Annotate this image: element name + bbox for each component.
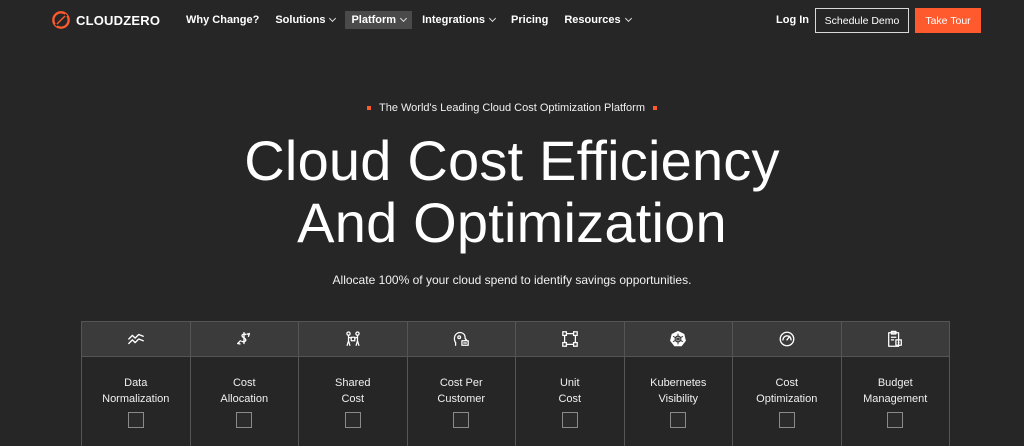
feature-checkbox[interactable] — [344, 412, 361, 428]
feature-label-line: Cost — [558, 393, 582, 405]
feature-kubernetes-visibility[interactable]: Kubernetes Visibility — [624, 322, 733, 446]
feature-label: Cost Allocation — [191, 375, 299, 407]
chevron-down-icon — [488, 14, 497, 23]
feature-label: Cost Per Customer — [408, 375, 516, 407]
schedule-demo-button[interactable]: Schedule Demo — [815, 8, 909, 33]
kubernetes-icon — [670, 330, 687, 347]
dollar-arrows-icon — [237, 332, 251, 345]
feature-icon-bar — [299, 322, 407, 357]
chevron-down-icon — [329, 14, 337, 23]
feature-checkbox[interactable] — [887, 412, 904, 428]
feature-checkbox[interactable] — [561, 412, 578, 428]
feature-label-line: Allocation — [220, 393, 269, 405]
unit-nodes-icon — [561, 331, 578, 347]
feature-cost-per-customer[interactable]: Cost Per Customer — [407, 322, 516, 446]
feature-icon-bar — [733, 322, 841, 357]
feature-budget-management[interactable]: Budget Management — [841, 322, 950, 446]
feature-grid: Data Normalization Cost Allocation Share… — [81, 321, 950, 446]
nav-item-platform[interactable]: Platform — [345, 11, 413, 29]
feature-label-line: Unit — [559, 377, 580, 389]
take-tour-button[interactable]: Take Tour — [915, 8, 981, 33]
people-sharing-icon — [346, 331, 360, 346]
feature-label-line: Management — [863, 393, 928, 405]
nav-menu: Why Change? Solutions Platform Integrati… — [180, 10, 641, 30]
headline-line-2: And Optimization — [297, 191, 727, 254]
feature-label: Data Normalization — [82, 375, 190, 407]
feature-label-line: Shared — [335, 377, 371, 389]
feature-label: Budget Management — [842, 375, 950, 407]
feature-label-line: Normalization — [102, 393, 170, 405]
nav-item-integrations[interactable]: Integrations — [416, 11, 501, 29]
nav-item-solutions[interactable]: Solutions — [269, 11, 341, 29]
feature-checkbox[interactable] — [236, 412, 253, 428]
hero-eyebrow: The World's Leading Cloud Cost Optimizat… — [0, 102, 1024, 114]
nav-item-why-change[interactable]: Why Change? — [180, 11, 265, 29]
feature-unit-cost[interactable]: Unit Cost — [516, 322, 625, 446]
feature-label-line: Visibility — [658, 393, 699, 405]
nav-item-label: Why Change? — [186, 14, 260, 26]
nav-item-label: Integrations — [422, 14, 486, 26]
feature-cost-optimization[interactable]: Cost Optimization — [733, 322, 842, 446]
clipboard-icon — [888, 330, 903, 347]
customer-head-icon — [454, 331, 470, 346]
feature-label: Shared Cost — [299, 375, 407, 407]
brand-logo[interactable]: CLOUDZERO — [52, 11, 160, 29]
accent-dot — [366, 106, 371, 111]
login-link[interactable]: Log In — [776, 14, 809, 26]
feature-label-line: Budget — [877, 377, 913, 389]
feature-icon-bar — [841, 322, 949, 357]
nav-item-label: Solutions — [275, 14, 326, 26]
feature-label-line: Cost — [341, 393, 365, 405]
feature-checkbox[interactable] — [453, 412, 470, 428]
feature-icon-bar — [190, 322, 298, 357]
feature-label-line: Kubernetes — [650, 377, 707, 389]
gauge-icon — [779, 331, 795, 347]
hero-subtext: Allocate 100% of your cloud spend to ide… — [332, 273, 692, 287]
feature-icon-bar — [82, 322, 190, 357]
nav-item-label: Pricing — [511, 14, 549, 26]
feature-label: Cost Optimization — [733, 375, 841, 407]
feature-label-line: Customer — [437, 393, 486, 405]
feature-checkbox[interactable] — [127, 412, 144, 428]
headline-line-1: Cloud Cost Efficiency — [244, 129, 780, 192]
top-navigation: CLOUDZERO Why Change? Solutions Platform… — [0, 0, 1024, 40]
brand-name: CLOUDZERO — [76, 12, 161, 28]
chevron-down-icon — [624, 14, 632, 23]
hero-headline: Cloud Cost Efficiency And Optimization — [0, 130, 1024, 254]
feature-label-line: Optimization — [756, 393, 818, 405]
chevron-down-icon — [400, 14, 408, 23]
nav-item-label: Platform — [351, 14, 397, 26]
feature-icon-bar — [407, 322, 515, 357]
feature-checkbox[interactable] — [778, 412, 795, 428]
feature-icon-bar — [624, 322, 732, 357]
accent-dot — [653, 106, 657, 111]
feature-label-line: Cost — [775, 377, 799, 389]
feature-label: Kubernetes Visibility — [625, 375, 733, 407]
feature-label-line: Data — [124, 377, 148, 389]
feature-cost-allocation[interactable]: Cost Allocation — [190, 322, 299, 446]
trend-lines-icon — [127, 333, 144, 345]
feature-label-line: Cost Per — [439, 377, 483, 389]
nav-item-label: Resources — [564, 14, 621, 26]
feature-data-normalization[interactable]: Data Normalization — [82, 322, 191, 446]
nav-item-pricing[interactable]: Pricing — [505, 11, 554, 29]
feature-icon-bar — [516, 322, 624, 357]
feature-label-line: Cost — [232, 377, 256, 389]
feature-checkbox[interactable] — [670, 412, 687, 428]
cloudzero-logo-icon — [52, 11, 70, 29]
feature-shared-cost[interactable]: Shared Cost — [299, 322, 408, 446]
nav-item-resources[interactable]: Resources — [558, 11, 636, 29]
feature-label: Unit Cost — [516, 375, 624, 407]
eyebrow-text: The World's Leading Cloud Cost Optimizat… — [378, 102, 645, 114]
